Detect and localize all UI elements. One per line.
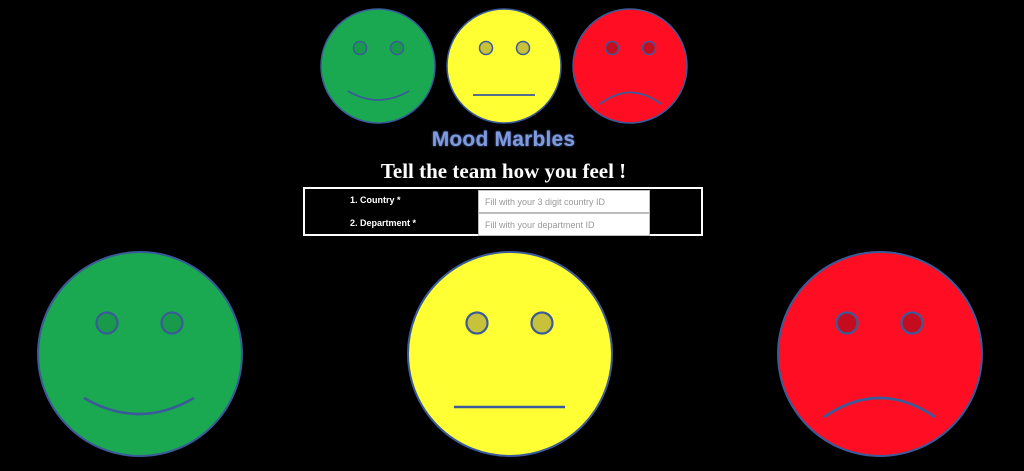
country-label: 1. Country * bbox=[350, 195, 401, 205]
department-label: 2. Department * bbox=[350, 218, 417, 228]
identity-form: 1. Country * 2. Department * bbox=[303, 187, 703, 236]
neutral-face-icon bbox=[407, 251, 613, 457]
neutral-face-icon bbox=[446, 8, 562, 124]
form-row-department: 2. Department * bbox=[305, 213, 701, 236]
small-happy-face-button[interactable] bbox=[320, 8, 436, 124]
happy-face-icon bbox=[37, 251, 243, 457]
large-sad-face-button[interactable] bbox=[776, 250, 984, 458]
small-neutral-face-button[interactable] bbox=[446, 8, 562, 124]
country-input[interactable] bbox=[478, 190, 650, 213]
app-title: Mood Marbles bbox=[431, 128, 576, 151]
form-row-country: 1. Country * bbox=[305, 190, 701, 213]
app-subtitle: Tell the team how you feel ! bbox=[380, 159, 627, 183]
department-input[interactable] bbox=[478, 213, 650, 236]
large-happy-face-button[interactable] bbox=[36, 250, 244, 458]
sad-face-icon bbox=[777, 251, 983, 457]
mood-marbles-page: Mood Marbles Tell the team how you feel … bbox=[0, 0, 1024, 471]
sad-face-icon bbox=[572, 8, 688, 124]
small-sad-face-button[interactable] bbox=[572, 8, 688, 124]
happy-face-icon bbox=[320, 8, 436, 124]
large-neutral-face-button[interactable] bbox=[406, 250, 614, 458]
